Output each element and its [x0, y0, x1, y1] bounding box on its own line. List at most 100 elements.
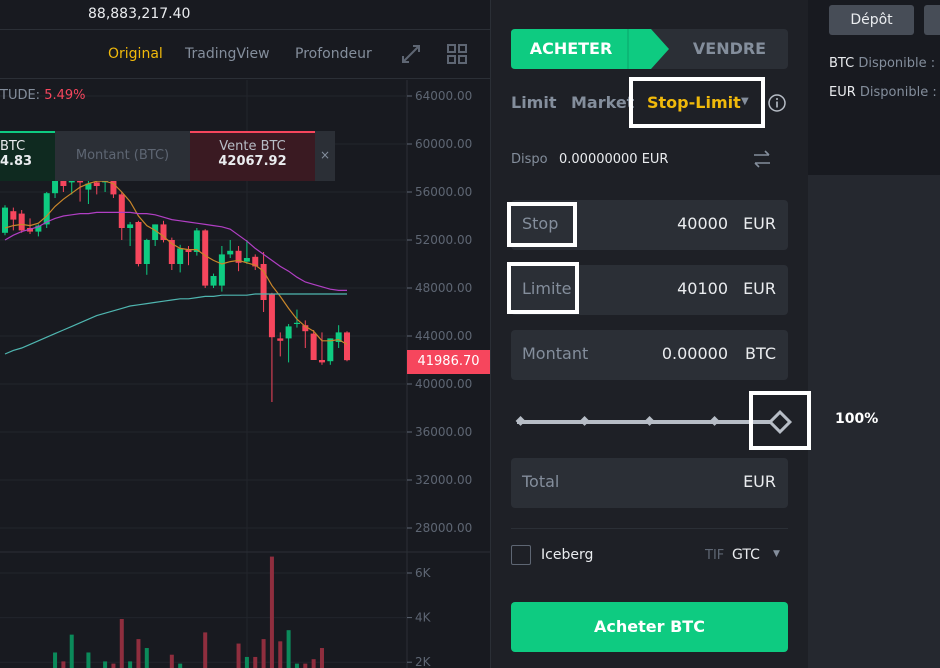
- amount-field[interactable]: Montant 0.00000 BTC: [511, 330, 788, 380]
- amount-unit: BTC: [745, 344, 776, 363]
- last-price-tag: 41986.70: [407, 350, 490, 374]
- quick-amount-input[interactable]: Montant (BTC): [55, 131, 190, 181]
- volume-bar: [244, 656, 249, 668]
- volume-bar: [253, 656, 258, 668]
- quick-buy-button[interactable]: BTC 4.83: [0, 131, 55, 181]
- tab-profondeur[interactable]: Profondeur: [295, 46, 372, 62]
- order-type-limit[interactable]: Limit: [511, 93, 556, 112]
- highlight-stop-limit: [629, 77, 765, 128]
- volume-bar: [128, 661, 133, 668]
- candle-body: [277, 338, 284, 341]
- btc-available-label: Disponible :: [858, 56, 936, 71]
- candle-body: [318, 360, 325, 363]
- volume-bar: [86, 652, 91, 668]
- quick-sell-label: Vente BTC: [219, 139, 286, 154]
- stop-value[interactable]: 40000: [677, 214, 728, 233]
- total-field[interactable]: Total EUR: [511, 458, 788, 508]
- tab-original[interactable]: Original: [108, 46, 163, 62]
- price-tick-label: 40000.00: [415, 377, 472, 391]
- eur-available: EUR Disponible :: [829, 85, 937, 100]
- highlight-limit: [507, 262, 579, 314]
- total-unit: EUR: [743, 472, 776, 491]
- tif-select[interactable]: GTC: [732, 547, 760, 563]
- transfer-button[interactable]: [924, 5, 940, 35]
- available-label: Dispo: [511, 152, 548, 167]
- expand-icon[interactable]: [401, 44, 421, 64]
- candle-body: [293, 322, 300, 324]
- candle-body: [285, 326, 292, 339]
- volume-bar: [286, 630, 291, 668]
- sell-tab[interactable]: VENDRE: [671, 39, 788, 58]
- volume-bar: [61, 661, 66, 668]
- quick-sell-price: 42067.92: [218, 154, 287, 169]
- highlight-slider-handle: [749, 391, 811, 450]
- price-tick-label: 36000.00: [415, 425, 472, 439]
- candle-body: [310, 333, 317, 360]
- highlight-stop: [507, 202, 577, 247]
- side-switch: ACHETER VENDRE: [511, 29, 788, 69]
- ma25-line: [4, 211, 347, 291]
- quick-buy-label: BTC: [0, 139, 26, 154]
- volume-tick-label: 4K: [415, 611, 432, 625]
- volume-bar: [136, 639, 141, 668]
- wallet-panel: Dépôt BTC Disponible : EUR Disponible :: [808, 0, 940, 175]
- amplitude-label: TUDE:: [0, 88, 41, 103]
- iceberg-checkbox[interactable]: [511, 545, 531, 565]
- volume-bar: [144, 648, 149, 668]
- top-bar: 88,883,217.40: [0, 0, 490, 30]
- chart-toolbar: Original TradingView Profondeur: [0, 30, 490, 79]
- ma7-line: [4, 180, 348, 345]
- tif-dropdown-icon[interactable]: ▼: [773, 549, 780, 559]
- candle-body: [18, 213, 25, 231]
- candle-body: [344, 332, 350, 361]
- volume-bar: [111, 663, 116, 668]
- buy-tab[interactable]: ACHETER: [511, 39, 631, 58]
- volume-bar: [269, 556, 274, 668]
- candle-body: [202, 230, 209, 286]
- candle-body: [2, 207, 8, 233]
- available-value: 0.00000000 EUR: [559, 152, 669, 167]
- candle-body: [110, 178, 117, 195]
- candle-body: [268, 294, 275, 338]
- chart-amplitude: TUDE: 5.49%: [0, 88, 86, 103]
- candle-body: [143, 240, 150, 264]
- candle-body: [327, 338, 334, 362]
- volume-bar: [261, 639, 266, 668]
- tab-tradingview[interactable]: TradingView: [185, 46, 270, 62]
- quick-sell-button[interactable]: Vente BTC 42067.92: [190, 131, 315, 181]
- candle-body: [10, 211, 17, 220]
- volume-bar: [278, 641, 283, 668]
- candle-body: [118, 194, 125, 228]
- amplitude-value: 5.49%: [44, 88, 86, 103]
- deposit-button[interactable]: Dépôt: [829, 5, 914, 35]
- info-icon[interactable]: [768, 94, 786, 112]
- amount-value[interactable]: 0.00000: [662, 344, 728, 363]
- btc-available: BTC Disponible :: [829, 56, 935, 71]
- limit-value[interactable]: 40100: [677, 279, 728, 298]
- volume-bar: [119, 619, 124, 668]
- volume-tick-label: 6K: [415, 566, 432, 580]
- stop-unit: EUR: [743, 214, 776, 233]
- volume-bar: [311, 659, 316, 668]
- volume-tick-label: 2K: [415, 655, 432, 668]
- volume-bar: [294, 663, 299, 668]
- close-quick-trade-icon[interactable]: ×: [315, 131, 335, 181]
- candle-body: [127, 224, 134, 228]
- volume-bar: [69, 634, 74, 668]
- volume-bar: [319, 648, 324, 668]
- divider: [511, 528, 788, 529]
- transfer-icon[interactable]: [752, 150, 772, 168]
- eur-label: EUR: [829, 85, 856, 100]
- volume-bar: [169, 654, 174, 668]
- slider-percent-label: 100%: [835, 411, 879, 427]
- price-tick-label: 44000.00: [415, 329, 472, 343]
- price-tick-label: 32000.00: [415, 473, 472, 487]
- side-panel-lower: 100%: [808, 175, 940, 668]
- volume-bar: [103, 661, 108, 668]
- buy-btc-button[interactable]: Acheter BTC: [511, 602, 788, 652]
- candle-body: [218, 254, 225, 286]
- candle-body: [43, 193, 50, 225]
- order-type-market[interactable]: Market: [571, 93, 634, 112]
- grid-layout-icon[interactable]: [447, 44, 467, 64]
- candle-body: [193, 230, 200, 252]
